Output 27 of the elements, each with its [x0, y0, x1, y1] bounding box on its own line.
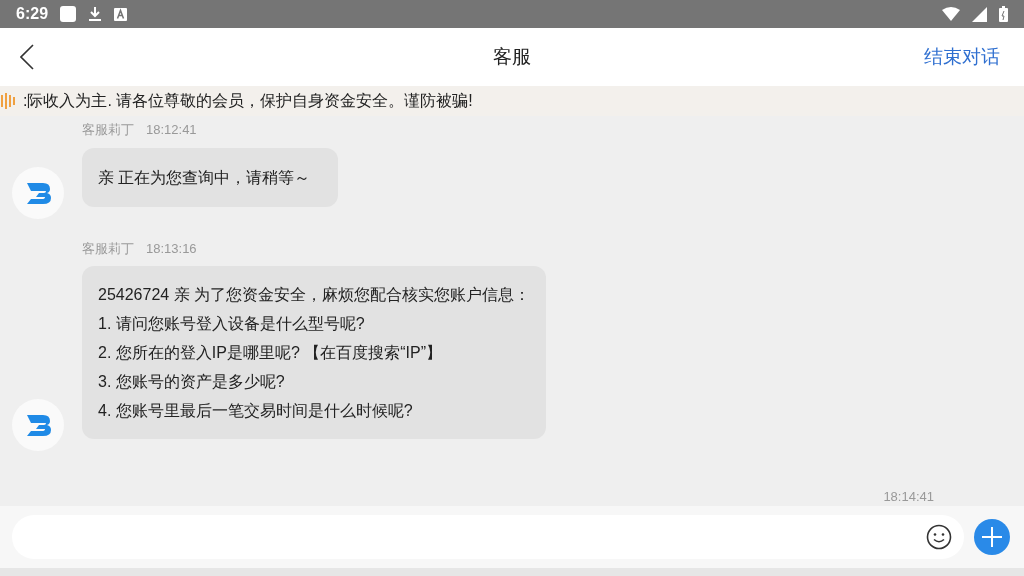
message-line: 1. 请问您账号登入设备是什么型号呢? — [98, 314, 366, 334]
add-button[interactable] — [974, 519, 1010, 555]
notification-square-icon — [60, 6, 77, 22]
message-line: 25426724 亲 为了您资金安全，麻烦您配合核实您账户信息： — [98, 285, 531, 305]
message-time: 18:14:41 — [883, 487, 934, 506]
emoji-icon[interactable] — [926, 524, 952, 550]
message-time: 18:13:16 — [146, 239, 197, 258]
end-chat-link[interactable]: 结束对话 — [924, 42, 1004, 72]
font-icon — [114, 7, 128, 21]
notice-text: :际收入为主. 请各位尊敬的会员，保护自身资金安全。谨防被骗! — [23, 91, 473, 111]
message-line: 亲 正在为您查询中，请稍等～ — [98, 167, 311, 188]
message-input-field[interactable] — [12, 515, 964, 559]
sender-name: 客服莉丁 — [82, 121, 134, 139]
avatar-logo-icon — [12, 166, 64, 219]
back-icon[interactable] — [20, 44, 34, 70]
battery-icon — [999, 6, 1008, 22]
message-line: 2. 您所在的登入IP是哪里呢? 【在百度搜索“IP”】 — [98, 343, 444, 363]
message-line: 4. 您账号里最后一笔交易时间是什么时候呢? — [98, 401, 414, 421]
status-time: 6:29 — [16, 4, 49, 24]
avatar-logo-icon — [12, 399, 64, 451]
download-icon — [88, 6, 103, 22]
page-title: 客服 — [493, 44, 531, 69]
message-time: 18:12:41 — [146, 121, 197, 139]
signal-icon — [972, 6, 987, 22]
wifi-icon — [942, 7, 960, 21]
sender-name: 客服莉丁 — [82, 239, 134, 258]
message-line: 3. 您账号的资产是多少呢? — [98, 372, 286, 392]
